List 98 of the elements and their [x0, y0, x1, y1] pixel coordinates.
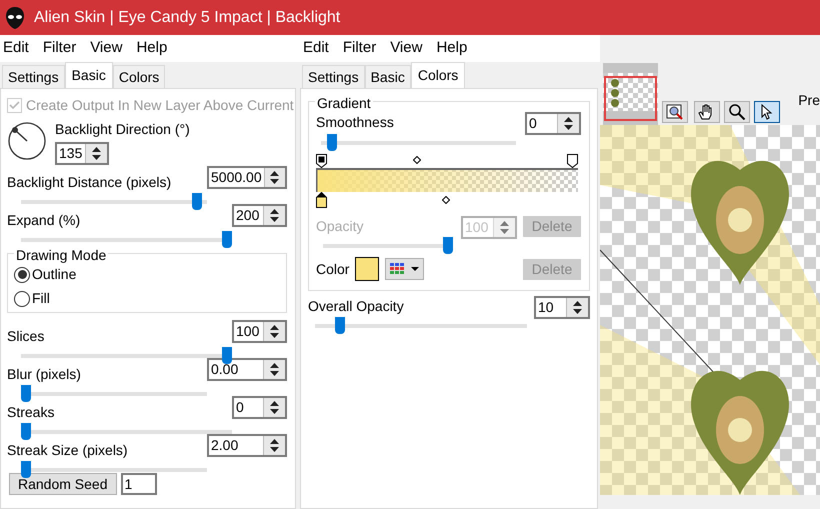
spin-up-icon[interactable]	[270, 439, 279, 444]
number-field[interactable]: 100	[232, 320, 287, 343]
tab[interactable]: Settings	[302, 65, 365, 88]
number-field[interactable]: 10	[534, 296, 590, 319]
slider-thumb[interactable]	[21, 461, 31, 478]
alien-head-icon	[4, 6, 26, 30]
direction-dial[interactable]	[7, 121, 47, 161]
slider-label: Slices	[7, 327, 46, 346]
tab[interactable]: Settings	[2, 65, 65, 88]
tab[interactable]: Basic	[364, 65, 411, 88]
midpoint-icon[interactable]	[413, 156, 421, 164]
slider-label: Blur (pixels)	[7, 365, 82, 384]
spin-up-icon[interactable]	[270, 325, 279, 330]
number-field[interactable]: 0	[232, 396, 287, 419]
menu-item[interactable]: View	[90, 37, 122, 60]
tab[interactable]: Colors	[112, 65, 166, 88]
spin-up-icon[interactable]	[573, 301, 582, 306]
menu-item[interactable]: Help	[436, 37, 468, 60]
slider-track[interactable]	[21, 461, 207, 479]
menu-item[interactable]: Filter	[42, 37, 76, 60]
slider-label: Opacity	[316, 217, 364, 236]
slider-label: Backlight Distance (pixels)	[7, 173, 172, 192]
menu-item[interactable]: View	[390, 37, 422, 60]
menu-item[interactable]: Filter	[342, 37, 376, 60]
slider-track[interactable]	[21, 347, 232, 365]
tab[interactable]: Basic	[64, 62, 113, 88]
spin-down-icon[interactable]	[270, 447, 279, 452]
color-label: Color	[316, 260, 350, 278]
slider-label: Streaks	[7, 403, 56, 422]
slider-track[interactable]	[21, 193, 207, 211]
slider-track[interactable]	[21, 385, 207, 403]
tab[interactable]: Colors	[410, 62, 466, 88]
menu-item[interactable]: Help	[136, 37, 168, 60]
slider-label: Smoothness	[316, 113, 395, 132]
number-field[interactable]: 200	[232, 204, 287, 227]
slider-label: Backlight Direction (°)	[55, 120, 190, 139]
pointer-icon	[760, 104, 774, 120]
tool-button[interactable]	[662, 101, 688, 123]
window-title: Alien Skin | Eye Candy 5 Impact | Backlight	[34, 8, 340, 28]
number-field[interactable]: 0	[525, 112, 581, 135]
menu-item[interactable]: Edit	[303, 37, 329, 60]
tool-button[interactable]	[724, 101, 750, 123]
number-field[interactable]: 5000.00	[207, 166, 287, 189]
spin-down-icon[interactable]	[564, 125, 573, 130]
color-picker-button[interactable]	[385, 258, 424, 280]
color-swatch[interactable]	[355, 257, 380, 281]
slider-track[interactable]	[321, 134, 516, 152]
number-field[interactable]: 2.00	[207, 434, 287, 457]
spin-up-icon[interactable]	[270, 401, 279, 406]
slider-thumb[interactable]	[335, 317, 346, 334]
slider-thumb[interactable]	[192, 193, 202, 210]
slider-track[interactable]	[323, 237, 453, 255]
slider-thumb[interactable]	[222, 347, 232, 364]
tool-button[interactable]	[754, 101, 780, 123]
slider-track[interactable]	[21, 231, 232, 249]
radio-label: Fill	[32, 289, 50, 308]
color-stop-icon[interactable]	[316, 192, 327, 208]
slider-thumb[interactable]	[21, 423, 31, 440]
slider-thumb[interactable]	[326, 134, 337, 151]
radio-button[interactable]	[14, 290, 30, 306]
spin-down-icon[interactable]	[270, 371, 279, 376]
slider-thumb[interactable]	[222, 231, 232, 248]
slider-track[interactable]	[21, 423, 232, 441]
tool-button[interactable]	[694, 101, 720, 123]
spin-down-icon[interactable]	[270, 333, 279, 338]
spin-down-icon[interactable]	[573, 309, 582, 314]
navigator-drawing[interactable]	[603, 63, 658, 125]
zoom-fit-icon	[666, 104, 684, 120]
palette-grid-icon	[390, 263, 406, 275]
spin-up-icon[interactable]	[270, 363, 279, 368]
caret-icon	[411, 267, 420, 271]
spin-down-icon[interactable]	[270, 409, 279, 414]
radio-label: Outline	[32, 265, 76, 284]
slider-label: Expand (%)	[7, 211, 82, 230]
gradient-stop-icon[interactable]	[316, 154, 327, 168]
spin-up-icon[interactable]	[270, 171, 280, 176]
slider-label: Overall Opacity	[308, 297, 405, 316]
number-field[interactable]: 135	[55, 142, 109, 165]
spin-up-icon[interactable]	[564, 117, 573, 122]
seed-field[interactable]: 1	[120, 473, 157, 495]
checkbox-label: Create Output In New Layer Above Current	[26, 96, 294, 115]
search-icon	[728, 104, 746, 120]
gradient-stop-icon[interactable]	[567, 154, 578, 168]
spin-down-icon[interactable]	[270, 217, 279, 222]
spin-up-icon[interactable]	[270, 209, 279, 214]
slider-track[interactable]	[315, 317, 527, 335]
spin-up-icon[interactable]	[92, 147, 101, 152]
slider-label: Streak Size (pixels)	[7, 441, 129, 460]
menu-item[interactable]: Edit	[3, 37, 29, 60]
preview-label: Pre	[798, 91, 820, 110]
spin-down-icon[interactable]	[92, 155, 101, 160]
random-seed-button[interactable]: Random Seed	[9, 473, 117, 495]
number-field[interactable]: 0.00	[207, 358, 287, 381]
radio-button[interactable]	[14, 266, 30, 282]
slider-thumb[interactable]	[21, 385, 31, 402]
spin-down-icon[interactable]	[270, 179, 280, 184]
gradient-bar[interactable]	[316, 168, 578, 192]
midpoint-icon[interactable]	[442, 196, 450, 204]
